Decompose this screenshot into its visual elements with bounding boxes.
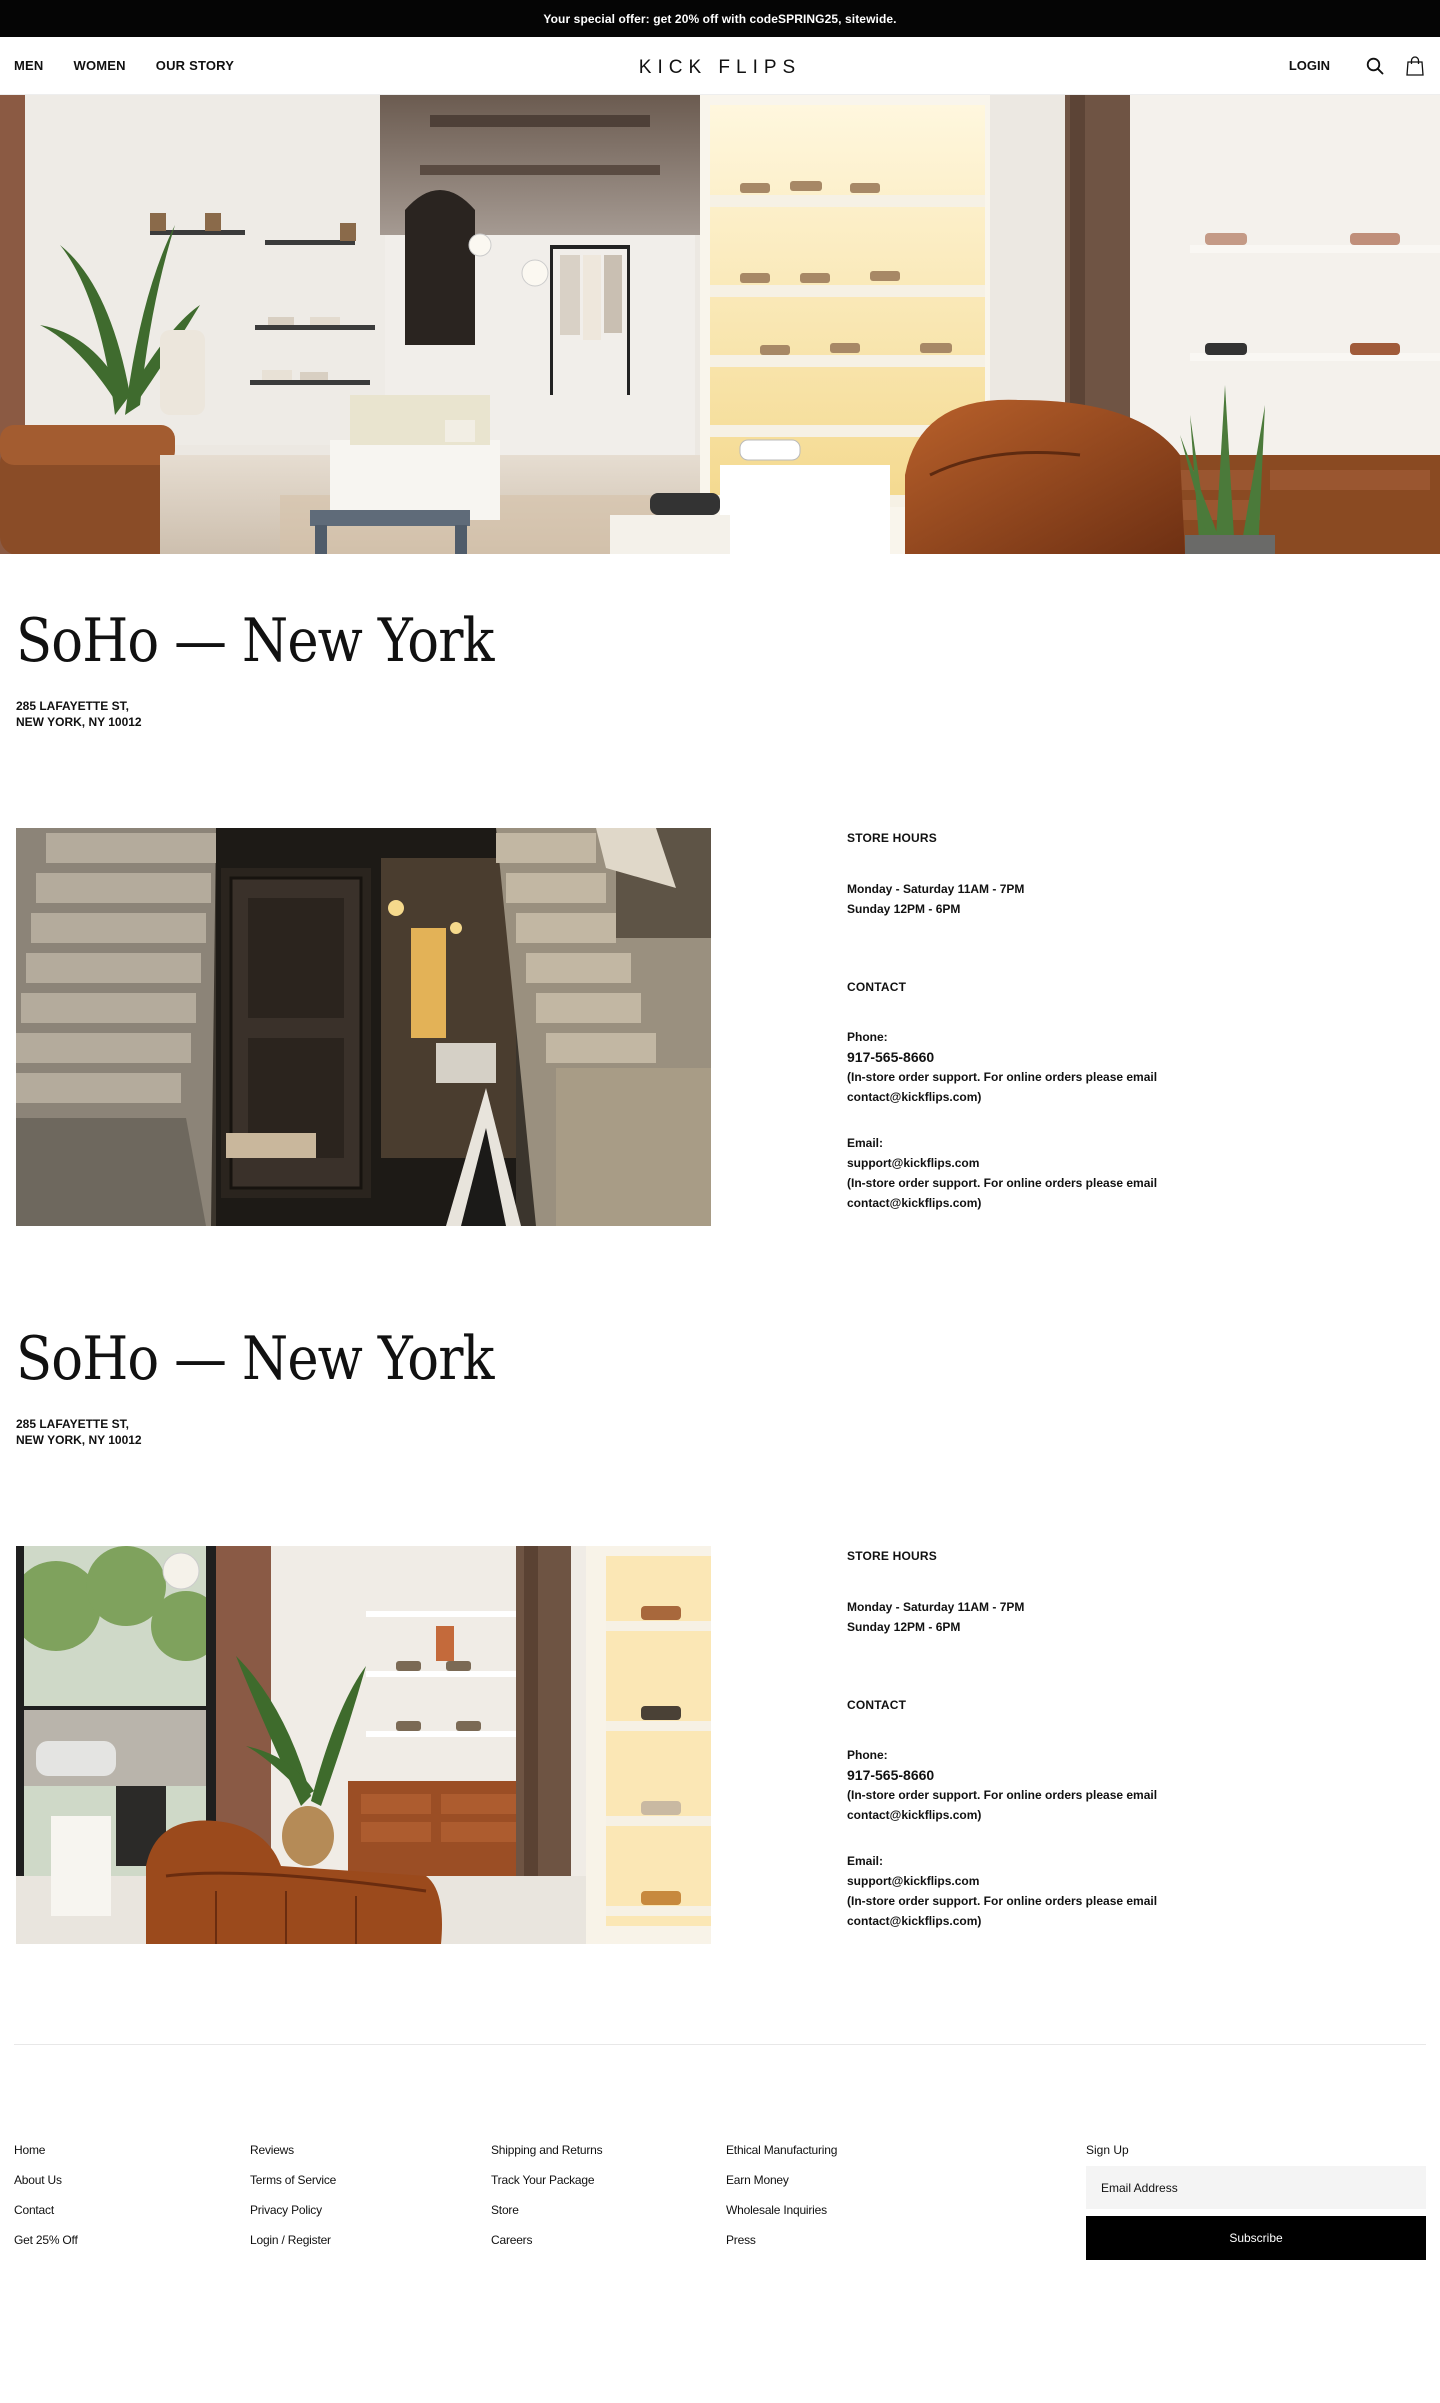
hours-weekdays: Monday - Saturday 11AM - 7PM	[847, 882, 1025, 896]
search-icon[interactable]	[1364, 55, 1386, 77]
address-line-2: NEW YORK, NY 10012	[16, 715, 142, 729]
promo-bar: Your special offer: get 20% off with cod…	[0, 0, 1440, 37]
hours-sunday: Sunday 12PM - 6PM	[847, 902, 961, 916]
site-footer: Home About Us Contact Get 25% Off Review…	[0, 2045, 1440, 2350]
footer-column-2: Reviews Terms of Service Privacy Policy …	[250, 2135, 491, 2350]
phone-number[interactable]: 917-565-8660	[847, 1765, 1207, 1785]
footer-link-ethical[interactable]: Ethical Manufacturing	[726, 2135, 966, 2165]
store-title: SoHo — New York	[16, 1324, 495, 1394]
footer-link-login[interactable]: Login / Register	[250, 2225, 491, 2255]
store-details: STORE HOURS Monday - Saturday 11AM - 7PM…	[16, 1546, 1440, 1944]
email-note: (In-store order support. For online orde…	[847, 1176, 1158, 1210]
storefront-image	[16, 828, 711, 1226]
newsletter-email-input[interactable]	[1086, 2166, 1426, 2209]
promo-prefix: Your special offer: get 20% off with cod…	[543, 11, 778, 26]
nav-men[interactable]: MEN	[14, 58, 44, 73]
footer-link-contact[interactable]: Contact	[14, 2195, 250, 2225]
email-label: Email:	[847, 1136, 884, 1150]
shopping-bag-icon[interactable]	[1404, 55, 1426, 77]
footer-link-careers[interactable]: Careers	[491, 2225, 726, 2255]
footer-column-3: Shipping and Returns Track Your Package …	[491, 2135, 726, 2350]
login-link[interactable]: LOGIN	[1289, 58, 1330, 73]
footer-link-track[interactable]: Track Your Package	[491, 2165, 726, 2195]
hours-sunday: Sunday 12PM - 6PM	[847, 1620, 961, 1634]
store-hours-heading: STORE HOURS	[847, 1549, 937, 1563]
email-label: Email:	[847, 1854, 884, 1868]
footer-link-shipping[interactable]: Shipping and Returns	[491, 2135, 726, 2165]
promo-suffix: , sitewide.	[838, 11, 897, 26]
header-actions: LOGIN	[1289, 55, 1426, 77]
footer-link-press[interactable]: Press	[726, 2225, 966, 2255]
signup-label: Sign Up	[1086, 2143, 1129, 2157]
footer-column-4: Ethical Manufacturing Earn Money Wholesa…	[726, 2135, 966, 2350]
store-section: SoHo — New York 285 LAFAYETTE ST, NEW YO…	[0, 606, 1440, 1226]
footer-link-earn[interactable]: Earn Money	[726, 2165, 966, 2195]
phone-label: Phone:	[847, 1030, 888, 1044]
address-line-2: NEW YORK, NY 10012	[16, 1433, 142, 1447]
footer-link-wholesale[interactable]: Wholesale Inquiries	[726, 2195, 966, 2225]
store-hours: Monday - Saturday 11AM - 7PM Sunday 12PM…	[847, 1597, 1207, 1637]
site-logo[interactable]: KICK FLIPS	[639, 57, 801, 79]
store-details: STORE HOURS Monday - Saturday 11AM - 7PM…	[16, 828, 1440, 1226]
phone-label: Phone:	[847, 1748, 888, 1762]
address-line-1: 285 LAFAYETTE ST,	[16, 1417, 129, 1431]
footer-link-terms[interactable]: Terms of Service	[250, 2165, 491, 2195]
promo-code: SPRING25	[777, 11, 839, 26]
site-header: MEN WOMEN OUR STORY KICK FLIPS LOGIN	[0, 37, 1440, 95]
store-title: SoHo — New York	[16, 606, 495, 676]
email-address[interactable]: support@kickflips.com	[847, 1153, 1207, 1173]
store-address: 285 LAFAYETTE ST, NEW YORK, NY 10012	[16, 1416, 1440, 1448]
nav-our-story[interactable]: OUR STORY	[156, 58, 234, 73]
main-nav: MEN WOMEN OUR STORY	[14, 58, 264, 73]
phone-number[interactable]: 917-565-8660	[847, 1047, 1207, 1067]
contact-heading: CONTACT	[847, 1698, 907, 1712]
store-interior-image	[16, 1546, 711, 1944]
footer-link-privacy[interactable]: Privacy Policy	[250, 2195, 491, 2225]
newsletter-signup: Sign Up Subscribe	[1086, 2135, 1426, 2260]
store-address: 285 LAFAYETTE ST, NEW YORK, NY 10012	[16, 698, 1440, 730]
address-line-1: 285 LAFAYETTE ST,	[16, 699, 129, 713]
email-address[interactable]: support@kickflips.com	[847, 1871, 1207, 1891]
footer-link-home[interactable]: Home	[14, 2135, 250, 2165]
email-note: (In-store order support. For online orde…	[847, 1894, 1158, 1928]
contact-heading: CONTACT	[847, 980, 907, 994]
footer-link-about[interactable]: About Us	[14, 2165, 250, 2195]
store-hours: Monday - Saturday 11AM - 7PM Sunday 12PM…	[847, 879, 1207, 919]
hours-weekdays: Monday - Saturday 11AM - 7PM	[847, 1600, 1025, 1614]
footer-link-store[interactable]: Store	[491, 2195, 726, 2225]
footer-link-discount[interactable]: Get 25% Off	[14, 2225, 250, 2255]
store-section: SoHo — New York 285 LAFAYETTE ST, NEW YO…	[0, 1324, 1440, 1944]
footer-column-1: Home About Us Contact Get 25% Off	[14, 2135, 250, 2350]
footer-link-reviews[interactable]: Reviews	[250, 2135, 491, 2165]
store-hours-heading: STORE HOURS	[847, 831, 937, 845]
subscribe-button[interactable]: Subscribe	[1086, 2216, 1426, 2260]
nav-women[interactable]: WOMEN	[74, 58, 126, 73]
store-info: STORE HOURS Monday - Saturday 11AM - 7PM…	[847, 1546, 1207, 1931]
store-info: STORE HOURS Monday - Saturday 11AM - 7PM…	[847, 828, 1207, 1213]
phone-note: (In-store order support. For online orde…	[847, 1788, 1158, 1822]
phone-note: (In-store order support. For online orde…	[847, 1070, 1158, 1104]
hero-image	[0, 95, 1440, 554]
